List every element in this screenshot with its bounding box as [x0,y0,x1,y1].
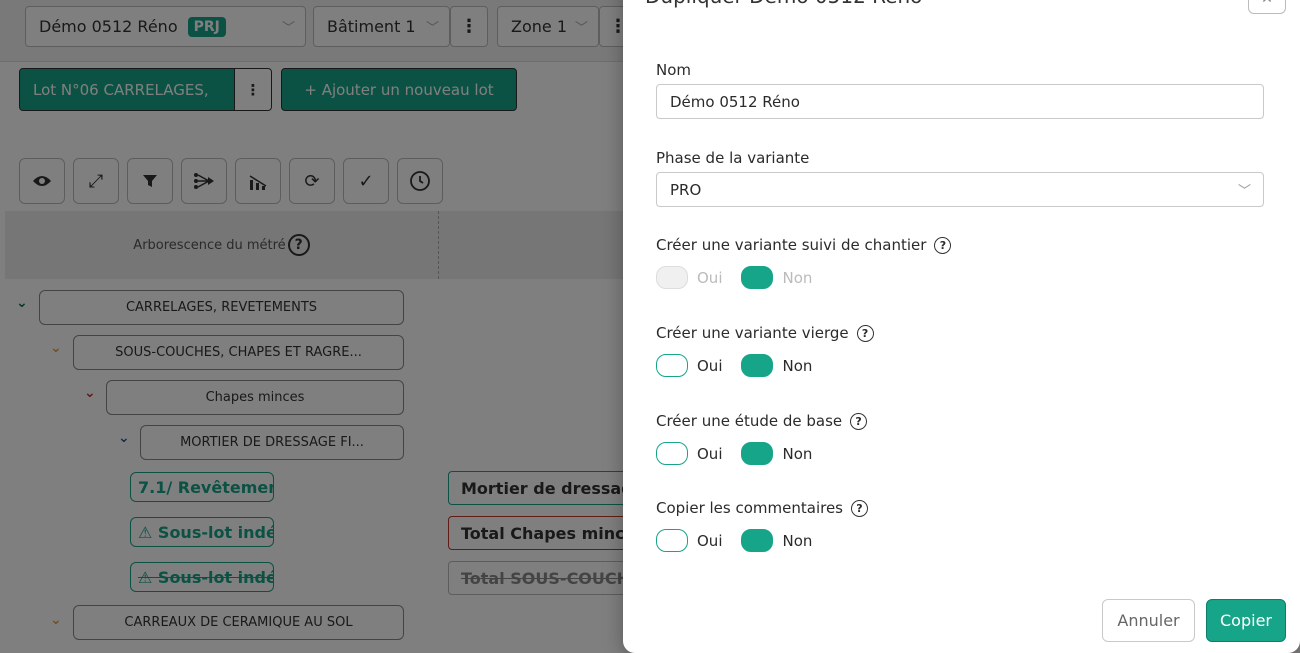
oui-label: Oui [697,268,723,287]
help-icon[interactable]: ? [850,413,868,430]
vierge-label-text: Créer une variante vierge [656,324,849,342]
suivi-oui-radio [656,266,688,289]
comments-label: Copier les commentaires? [656,499,868,517]
help-icon[interactable]: ? [856,325,874,342]
vierge-oui-radio[interactable] [656,354,688,377]
vierge-non-radio[interactable] [741,354,774,377]
non-label: Non [782,356,813,375]
non-label: Non [782,531,813,550]
vierge-label: Créer une variante vierge? [656,324,874,342]
etude-label: Créer une étude de base? [656,412,868,430]
comments-label-text: Copier les commentaires [656,499,843,517]
etude-radio-group: Oui Non [656,442,831,465]
suivi-label: Créer une variante suivi de chantier? [656,236,952,254]
comments-oui-radio[interactable] [656,529,688,552]
help-icon[interactable]: ? [934,237,952,254]
suivi-non-radio [741,266,774,289]
phase-select[interactable]: PRO ﹀ [656,172,1264,207]
dialog-title: Dupliquer Démo 0512 Réno [645,0,922,8]
cancel-button[interactable]: Annuler [1102,599,1195,642]
name-label: Nom [656,61,692,79]
chevron-down-icon: ﹀ [1237,184,1251,199]
etude-oui-radio[interactable] [656,442,688,465]
comments-radio-group: Oui Non [656,529,831,552]
oui-label: Oui [697,531,723,550]
close-icon[interactable]: ✕ [1248,0,1286,14]
suivi-label-text: Créer une variante suivi de chantier [656,236,927,254]
suivi-radio-group: Oui Non [656,266,831,289]
non-label: Non [782,444,813,463]
help-icon[interactable]: ? [851,500,868,517]
duplicate-dialog: Dupliquer Démo 0512 Réno ✕ Nom Démo 0512… [623,0,1300,653]
name-field[interactable]: Démo 0512 Réno [656,84,1264,119]
oui-label: Oui [697,444,723,463]
etude-non-radio[interactable] [741,442,774,465]
non-label: Non [782,268,813,287]
copy-button[interactable]: Copier [1206,599,1286,642]
name-value: Démo 0512 Réno [670,92,800,111]
oui-label: Oui [697,356,723,375]
vierge-radio-group: Oui Non [656,354,831,377]
comments-non-radio[interactable] [741,529,774,552]
phase-label: Phase de la variante [656,149,810,167]
phase-value: PRO [670,180,702,199]
etude-label-text: Créer une étude de base [656,412,843,430]
